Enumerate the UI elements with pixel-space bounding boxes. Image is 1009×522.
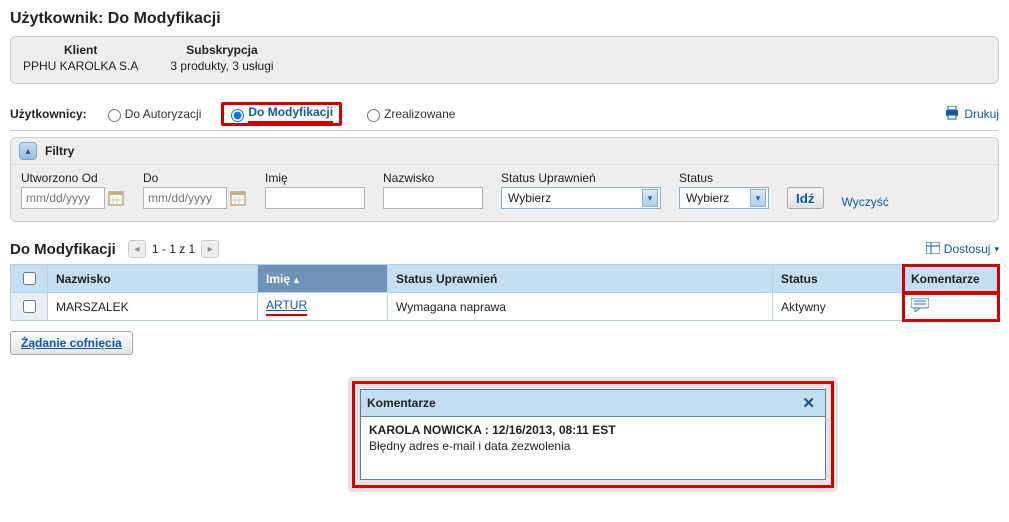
radio-label-auth: Do Autoryzacji	[125, 107, 202, 121]
status-label: Status	[679, 171, 769, 185]
chevron-right-icon: ▸	[208, 244, 213, 255]
info-panel: Klient PPHU KAROLKA S.A Subskrypcja 3 pr…	[10, 36, 999, 84]
created-from-label: Utworzono Od	[21, 171, 125, 185]
sort-asc-icon: ▲	[292, 275, 301, 285]
pager-prev-button[interactable]: ◂	[128, 240, 146, 258]
radio-zrealizowane[interactable]: Zrealizowane	[356, 104, 461, 124]
chevron-down-icon: ▾	[994, 244, 999, 255]
clear-link[interactable]: Wyczyść	[842, 195, 889, 209]
revert-request-button[interactable]: Żądanie cofnięcia	[10, 331, 133, 355]
client-value: PPHU KAROLKA S.A	[23, 59, 138, 73]
radio-input-auth[interactable]	[108, 109, 121, 122]
lastname-label: Nazwisko	[383, 171, 483, 185]
cell-imie: ARTUR	[258, 293, 388, 321]
filters-title: Filtry	[45, 144, 74, 158]
chevron-left-icon: ◂	[134, 244, 139, 255]
perm-status-select[interactable]: Wybierz ▾	[501, 187, 661, 209]
firstname-label: Imię	[265, 171, 365, 185]
close-icon: ✕	[802, 395, 815, 412]
comments-popup: Komentarze ✕ KAROLA NOWICKA : 12/16/2013…	[360, 389, 826, 480]
created-to-label: Do	[143, 171, 247, 185]
filters-panel: ▴ Filtry Utworzono Od Do Imię	[10, 137, 999, 222]
radio-label-done: Zrealizowane	[384, 107, 455, 121]
row-checkbox[interactable]	[23, 300, 36, 313]
go-button[interactable]: Idź	[787, 187, 824, 209]
grid-title: Do Modyfikacji	[10, 241, 116, 258]
col-header-imie[interactable]: Imię▲	[258, 265, 388, 293]
select-value: Wybierz	[508, 191, 551, 205]
popup-title: Komentarze	[367, 396, 436, 410]
radio-do-modyfikacji[interactable]: Do Modyfikacji	[221, 102, 342, 126]
radio-input-done[interactable]	[367, 109, 380, 122]
print-label: Drukuj	[964, 107, 999, 121]
subscription-value: 3 produkty, 3 usługi	[170, 59, 273, 73]
user-filter-row: Użytkownicy: Do Autoryzacji Do Modyfikac…	[10, 102, 999, 131]
table-row: MARSZALEK ARTUR Wymagana naprawa Aktywny	[11, 293, 999, 321]
subscription-label: Subskrypcja	[170, 43, 273, 57]
created-from-input[interactable]	[21, 187, 105, 209]
chevron-up-icon: ▴	[25, 146, 30, 157]
chevron-down-icon: ▾	[642, 189, 658, 207]
status-select[interactable]: Wybierz ▾	[679, 187, 769, 209]
page-title: Użytkownik: Do Modyfikacji	[10, 10, 999, 28]
col-header-perm[interactable]: Status Uprawnień	[388, 265, 773, 293]
print-link[interactable]: Drukuj	[944, 106, 999, 123]
cell-nazwisko: MARSZALEK	[48, 293, 258, 321]
user-firstname-link[interactable]: ARTUR	[266, 298, 307, 316]
customize-label: Dostosuj	[944, 242, 991, 256]
chevron-down-icon: ▾	[750, 189, 766, 207]
collapse-filters-button[interactable]: ▴	[19, 142, 37, 160]
comment-body: Błędny adres e-mail i data zezwolenia	[369, 439, 817, 453]
popup-close-button[interactable]: ✕	[798, 394, 819, 412]
col-header-nazwisko[interactable]: Nazwisko	[48, 265, 258, 293]
cell-komentarze	[903, 293, 999, 321]
lastname-input[interactable]	[383, 187, 483, 209]
client-label: Klient	[23, 43, 138, 57]
radio-do-autoryzacji[interactable]: Do Autoryzacji	[97, 104, 208, 124]
grid-header-row: Do Modyfikacji ◂ 1 - 1 z 1 ▸ Dostosuj ▾	[10, 240, 999, 258]
firstname-input[interactable]	[265, 187, 365, 209]
comments-popup-container: Komentarze ✕ KAROLA NOWICKA : 12/16/2013…	[348, 377, 838, 492]
select-all-checkbox[interactable]	[23, 272, 36, 285]
users-label: Użytkownicy:	[10, 107, 87, 121]
pager-next-button[interactable]: ▸	[201, 240, 219, 258]
cell-perm: Wymagana naprawa	[388, 293, 773, 321]
customize-link[interactable]: Dostosuj ▾	[926, 242, 999, 257]
select-value: Wybierz	[686, 191, 729, 205]
comment-meta: KAROLA NOWICKA : 12/16/2013, 08:11 EST	[369, 423, 817, 437]
col-header-status[interactable]: Status	[773, 265, 903, 293]
cell-status: Aktywny	[773, 293, 903, 321]
col-header-komentarze[interactable]: Komentarze	[903, 265, 999, 293]
pager-text: 1 - 1 z 1	[152, 242, 195, 256]
radio-label-mod: Do Modyfikacji	[248, 105, 333, 119]
users-table: Nazwisko Imię▲ Status Uprawnień Status K…	[10, 264, 999, 321]
comment-icon[interactable]	[911, 298, 929, 312]
calendar-icon[interactable]	[229, 189, 247, 207]
customize-icon	[926, 242, 940, 257]
printer-icon	[944, 106, 960, 123]
perm-status-label: Status Uprawnień	[501, 171, 661, 185]
calendar-icon[interactable]	[107, 189, 125, 207]
created-to-input[interactable]	[143, 187, 227, 209]
radio-input-mod[interactable]	[231, 109, 244, 122]
